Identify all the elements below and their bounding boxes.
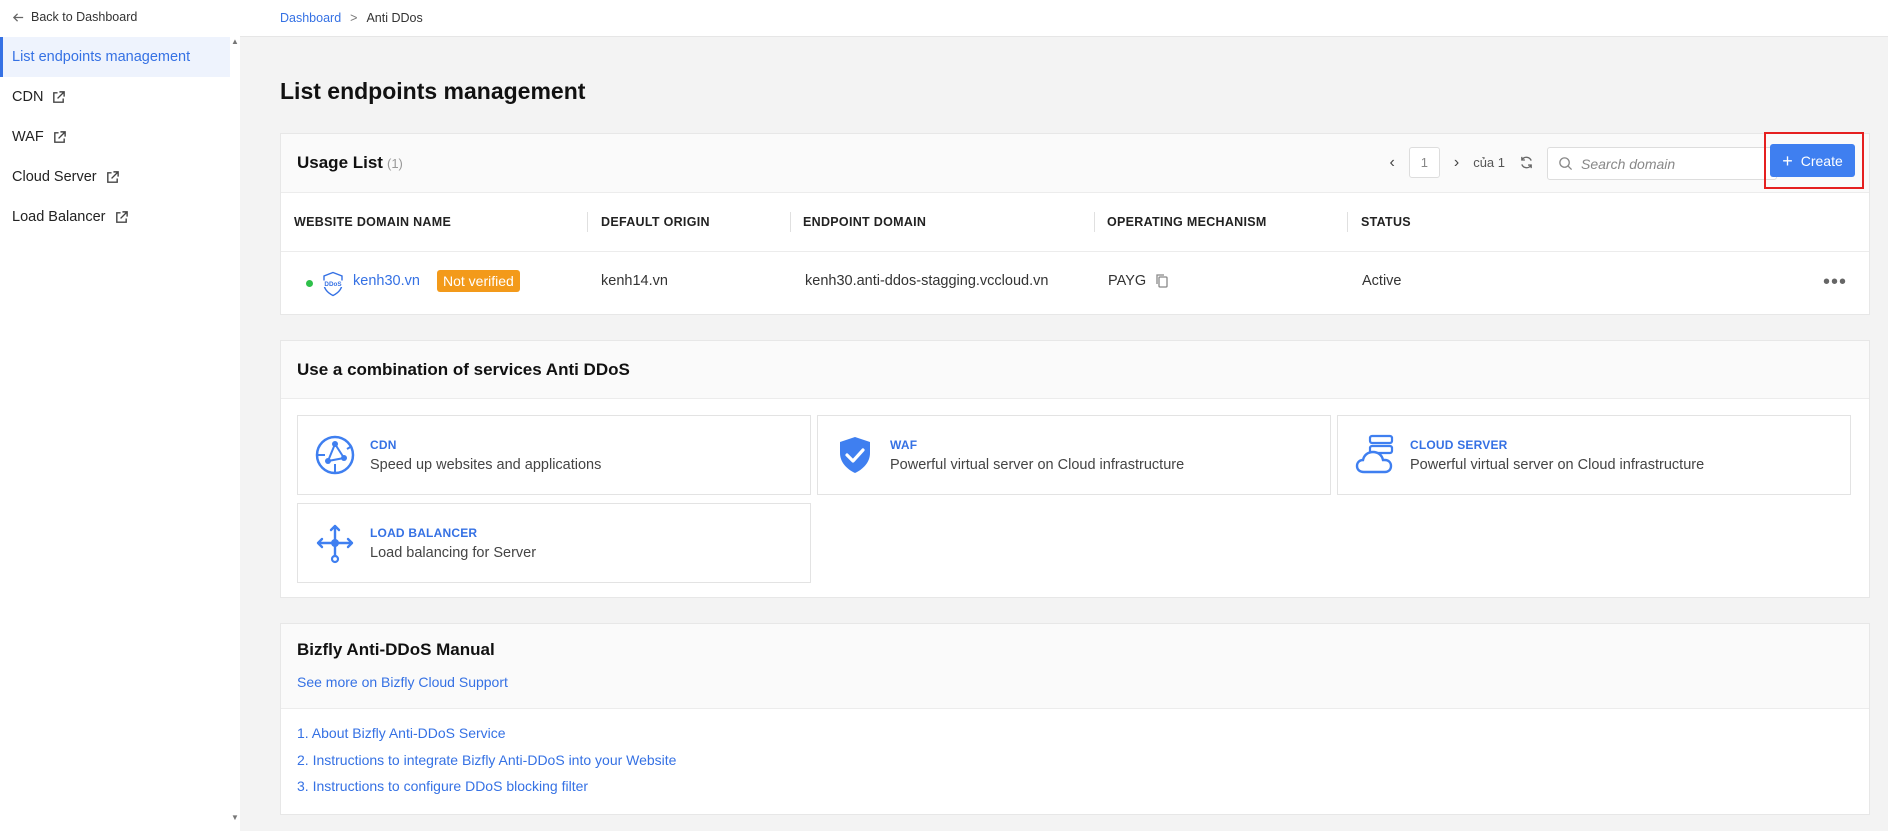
service-card-load-balancer[interactable]: LOAD BALANCER Load balancing for Server <box>297 503 811 583</box>
manual-title: Bizfly Anti-DDoS Manual <box>297 640 495 659</box>
shield-check-icon <box>840 437 870 473</box>
sidebar-item-cdn[interactable]: CDN <box>0 77 230 117</box>
back-to-dashboard-link[interactable]: Back to Dashboard <box>12 10 137 24</box>
manual-link-about[interactable]: 1. About Bizfly Anti-DDoS Service <box>297 725 676 752</box>
page-title: List endpoints management <box>280 78 586 104</box>
cell-operating-mechanism: PAYG <box>1108 273 1147 289</box>
cdn-icon <box>315 435 355 475</box>
arrow-left-icon <box>12 12 24 22</box>
sidebar-scrollbar[interactable]: ▲ ▼ <box>230 37 240 822</box>
cell-default-origin: kenh14.vn <box>601 273 668 289</box>
service-description: Powerful virtual server on Cloud infrast… <box>890 457 1185 473</box>
sidebar-item-waf[interactable]: WAF <box>0 117 230 157</box>
support-link[interactable]: See more on Bizfly Cloud Support <box>297 674 508 690</box>
column-divider <box>790 212 791 232</box>
usage-list-title: Usage List (1) <box>297 153 403 173</box>
status-dot <box>306 280 313 287</box>
breadcrumb-dashboard-link[interactable]: Dashboard <box>280 11 341 25</box>
breadcrumb: Dashboard > Anti DDos <box>240 0 1888 37</box>
breadcrumb-current: Anti DDos <box>366 11 423 25</box>
table-row[interactable]: DDoS kenh30.vn Not verified kenh14.vn ke… <box>281 252 1869 314</box>
column-divider <box>587 212 588 232</box>
sidebar-item-label: Load Balancer <box>12 209 106 225</box>
pagination: ‹ 1 › của 1 <box>1390 147 1534 178</box>
column-header-mechanism: OPERATING MECHANISM <box>1107 215 1267 229</box>
sidebar-item-label: CDN <box>12 89 44 105</box>
page-total: của 1 <box>1473 155 1505 170</box>
svg-text:DDoS: DDoS <box>324 281 341 288</box>
manual-card: Bizfly Anti-DDoS Manual See more on Bizf… <box>280 623 1870 815</box>
search-domain-box <box>1547 147 1777 180</box>
create-button-highlight: + Create <box>1764 132 1864 189</box>
search-icon <box>1559 157 1573 171</box>
column-header-status: STATUS <box>1361 215 1411 229</box>
service-description: Powerful virtual server on Cloud infrast… <box>1410 457 1705 473</box>
service-card-cdn[interactable]: CDN Speed up websites and applications <box>297 415 811 495</box>
verification-badge: Not verified <box>437 270 520 292</box>
sidebar-item-load-balancer[interactable]: Load Balancer <box>0 197 230 237</box>
refresh-icon[interactable] <box>1519 155 1534 170</box>
sidebar-item-label: Cloud Server <box>12 169 97 185</box>
column-divider <box>1347 212 1348 232</box>
breadcrumb-separator: > <box>350 11 358 25</box>
scroll-up-icon[interactable]: ▲ <box>231 37 239 46</box>
external-link-icon <box>53 90 66 103</box>
service-card-cloud-server[interactable]: CLOUD SERVER Powerful virtual server on … <box>1337 415 1851 495</box>
side-nav: List endpoints management CDN WAF Cloud … <box>0 37 230 237</box>
manual-links: 1. About Bizfly Anti-DDoS Service 2. Ins… <box>297 725 676 805</box>
column-header-origin: DEFAULT ORIGIN <box>601 215 710 229</box>
services-header: Use a combination of services Anti DDoS <box>281 341 1869 399</box>
usage-count: (1) <box>386 156 403 171</box>
sidebar-item-label: WAF <box>12 129 44 145</box>
cell-status: Active <box>1362 273 1402 289</box>
service-card-waf[interactable]: WAF Powerful virtual server on Cloud inf… <box>817 415 1331 495</box>
search-domain-input[interactable] <box>1581 155 1761 172</box>
services-card: Use a combination of services Anti DDoS … <box>280 340 1870 598</box>
service-name: LOAD BALANCER <box>370 526 478 540</box>
usage-list-card: Usage List(1) ‹ 1 › của 1 + Create WEBSI… <box>280 132 1870 315</box>
sidebar-item-list-endpoints[interactable]: List endpoints management <box>0 37 230 77</box>
domain-link[interactable]: kenh30.vn <box>353 273 420 289</box>
service-name: CLOUD SERVER <box>1410 438 1508 452</box>
external-link-icon <box>115 210 128 223</box>
cell-endpoint-domain: kenh30.anti-ddos-stagging.vccloud.vn <box>805 273 1049 289</box>
load-balancer-icon <box>316 524 354 564</box>
external-link-icon <box>53 130 66 143</box>
usage-list-header: Usage List(1) ‹ 1 › của 1 + Create <box>281 132 1869 193</box>
back-to-dashboard-label: Back to Dashboard <box>31 10 138 24</box>
manual-header: Bizfly Anti-DDoS Manual See more on Bizf… <box>281 624 1869 709</box>
more-options-icon[interactable]: ••• <box>1823 271 1847 294</box>
plus-icon: + <box>1782 150 1793 171</box>
service-name: CDN <box>370 438 397 452</box>
column-header-domain: WEBSITE DOMAIN NAME <box>294 215 452 229</box>
services-title: Use a combination of services Anti DDoS <box>297 360 630 379</box>
usage-list-title-text: Usage List <box>297 153 383 172</box>
prev-page-icon[interactable]: ‹ <box>1390 154 1395 172</box>
service-name: WAF <box>890 438 918 452</box>
manual-link-integrate[interactable]: 2. Instructions to integrate Bizfly Anti… <box>297 752 676 779</box>
page-number-input[interactable]: 1 <box>1408 147 1440 178</box>
create-button[interactable]: + Create <box>1770 144 1855 177</box>
table-header: WEBSITE DOMAIN NAME DEFAULT ORIGIN ENDPO… <box>281 193 1869 252</box>
copy-icon[interactable] <box>1155 273 1169 289</box>
cloud-server-icon <box>1355 434 1394 474</box>
sidebar-item-cloud-server[interactable]: Cloud Server <box>0 157 230 197</box>
external-link-icon <box>106 170 119 183</box>
create-button-label: Create <box>1800 152 1843 169</box>
service-description: Speed up websites and applications <box>370 457 602 473</box>
manual-link-configure-filter[interactable]: 3. Instructions to configure DDoS blocki… <box>297 778 676 805</box>
column-divider <box>1094 212 1095 232</box>
next-page-icon[interactable]: › <box>1454 154 1459 172</box>
service-description: Load balancing for Server <box>370 545 537 561</box>
sidebar: Back to Dashboard List endpoints managem… <box>0 0 240 831</box>
sidebar-item-label: List endpoints management <box>12 49 191 65</box>
ddos-shield-icon: DDoS <box>321 271 345 297</box>
scroll-down-icon[interactable]: ▼ <box>231 813 239 822</box>
column-header-endpoint: ENDPOINT DOMAIN <box>803 215 927 229</box>
